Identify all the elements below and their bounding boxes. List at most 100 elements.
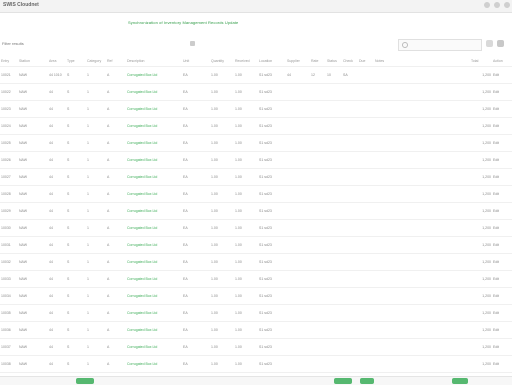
column-header[interactable]: Unit	[182, 56, 210, 67]
footer-badge[interactable]	[76, 378, 94, 384]
help-icon[interactable]	[494, 2, 500, 8]
table-cell[interactable]: Edit	[492, 152, 512, 169]
table-cell[interactable]: Edit	[492, 271, 512, 288]
footer-badge[interactable]	[334, 378, 352, 384]
user-avatar[interactable]	[504, 2, 510, 8]
table-cell: 1.00	[210, 305, 234, 322]
table-row[interactable]: 10038NAW44S1ACorrugated Box LtdEA1.001.0…	[0, 356, 512, 373]
table-cell[interactable]: Edit	[492, 288, 512, 305]
table-row[interactable]: 10022NAW44S1ACorrugated Box LtdEA1.001.0…	[0, 84, 512, 101]
search-input[interactable]	[398, 39, 482, 51]
column-header[interactable]: Supplier	[286, 56, 310, 67]
table-row[interactable]: 10034NAW44S1ACorrugated Box LtdEA1.001.0…	[0, 288, 512, 305]
table-cell: A	[106, 67, 126, 84]
table-cell: A	[106, 84, 126, 101]
table-cell: Corrugated Box Ltd	[126, 203, 182, 220]
table-row[interactable]: 10021NAW44 1010S1ACorrugated Box LtdEA1.…	[0, 67, 512, 84]
settings-button[interactable]	[486, 40, 493, 47]
table-cell	[414, 118, 434, 135]
column-header[interactable]	[394, 56, 414, 67]
column-header[interactable]: Action	[492, 56, 512, 67]
table-cell	[326, 288, 342, 305]
table-row[interactable]: 10024NAW44S1ACorrugated Box LtdEA1.001.0…	[0, 118, 512, 135]
table-cell	[326, 322, 342, 339]
table-row[interactable]: 10033NAW44S1ACorrugated Box LtdEA1.001.0…	[0, 271, 512, 288]
column-header[interactable]: Location	[258, 56, 286, 67]
filter-chevron-icon[interactable]	[190, 41, 195, 46]
table-cell	[286, 254, 310, 271]
table-row[interactable]: 10037NAW44S1ACorrugated Box LtdEA1.001.0…	[0, 339, 512, 356]
table-cell	[310, 203, 326, 220]
table-cell[interactable]: Edit	[492, 254, 512, 271]
table-cell	[342, 322, 358, 339]
table-cell: NAW	[18, 356, 48, 373]
table-cell: 1,200	[470, 203, 492, 220]
column-header[interactable]: Check	[342, 56, 358, 67]
table-cell: 1.00	[210, 186, 234, 203]
table-row[interactable]: 10025NAW44S1ACorrugated Box LtdEA1.001.0…	[0, 135, 512, 152]
table-row[interactable]: 10032NAW44S1ACorrugated Box LtdEA1.001.0…	[0, 254, 512, 271]
table-cell: A	[106, 356, 126, 373]
table-cell	[414, 271, 434, 288]
column-header[interactable]: Description	[126, 56, 182, 67]
table-cell: 1	[86, 118, 106, 135]
table-cell[interactable]: Edit	[492, 305, 512, 322]
table-cell[interactable]: Edit	[492, 101, 512, 118]
table-cell	[310, 356, 326, 373]
column-header[interactable]: Area	[48, 56, 66, 67]
app-brand: SWIS Cloudnet	[3, 2, 39, 8]
table-row[interactable]: 10028NAW44S1ACorrugated Box LtdEA1.001.0…	[0, 186, 512, 203]
table-row[interactable]: 10029NAW44S1ACorrugated Box LtdEA1.001.0…	[0, 203, 512, 220]
table-cell[interactable]: Edit	[492, 356, 512, 373]
table-cell[interactable]: Edit	[492, 186, 512, 203]
filter-input[interactable]	[18, 40, 202, 50]
column-header[interactable]: Ref	[106, 56, 126, 67]
table-cell[interactable]: Edit	[492, 322, 512, 339]
table-cell[interactable]: Edit	[492, 220, 512, 237]
table-cell[interactable]: Edit	[492, 84, 512, 101]
table-row[interactable]: 10023NAW44S1ACorrugated Box LtdEA1.001.0…	[0, 101, 512, 118]
table-cell: 1,200	[470, 118, 492, 135]
table-cell[interactable]: Edit	[492, 135, 512, 152]
column-header[interactable]: Received	[234, 56, 258, 67]
table-cell[interactable]: Edit	[492, 118, 512, 135]
column-header[interactable]: Quantity	[210, 56, 234, 67]
table-row[interactable]: 10035NAW44S1ACorrugated Box LtdEA1.001.0…	[0, 305, 512, 322]
table-cell	[310, 101, 326, 118]
column-header[interactable]	[454, 56, 470, 67]
table-cell: 1.00	[210, 220, 234, 237]
notification-icon[interactable]	[484, 2, 490, 8]
column-header[interactable]: Type	[66, 56, 86, 67]
table-row[interactable]: 10027NAW44S1ACorrugated Box LtdEA1.001.0…	[0, 169, 512, 186]
column-header[interactable]: Due	[358, 56, 374, 67]
column-header[interactable]: Total	[470, 56, 492, 67]
column-header[interactable]: Entry	[0, 56, 18, 67]
table-cell[interactable]: Edit	[492, 67, 512, 84]
table-row[interactable]: 10030NAW44S1ACorrugated Box LtdEA1.001.0…	[0, 220, 512, 237]
table-cell[interactable]: Edit	[492, 339, 512, 356]
table-cell[interactable]: Edit	[492, 203, 512, 220]
table-cell: EA	[182, 118, 210, 135]
table-cell: A	[106, 118, 126, 135]
table-row[interactable]: 10031NAW44S1ACorrugated Box LtdEA1.001.0…	[0, 237, 512, 254]
column-header[interactable]: Rate	[310, 56, 326, 67]
table-row[interactable]: 10026NAW44S1ACorrugated Box LtdEA1.001.0…	[0, 152, 512, 169]
table-cell[interactable]: Edit	[492, 169, 512, 186]
table-cell	[310, 288, 326, 305]
column-header[interactable]: Station	[18, 56, 48, 67]
table-cell	[286, 339, 310, 356]
footer-badge[interactable]	[360, 378, 374, 384]
column-header[interactable]	[414, 56, 434, 67]
table-cell: 1	[86, 101, 106, 118]
table-row[interactable]: 10036NAW44S1ACorrugated Box LtdEA1.001.0…	[0, 322, 512, 339]
column-header[interactable]	[434, 56, 454, 67]
export-button[interactable]	[497, 40, 504, 47]
column-header[interactable]: Notes	[374, 56, 394, 67]
column-header[interactable]: Category	[86, 56, 106, 67]
table-cell	[358, 135, 374, 152]
table-cell[interactable]: Edit	[492, 237, 512, 254]
table-cell	[342, 220, 358, 237]
column-header[interactable]: Status	[326, 56, 342, 67]
table-cell	[286, 237, 310, 254]
footer-badge[interactable]	[452, 378, 468, 384]
